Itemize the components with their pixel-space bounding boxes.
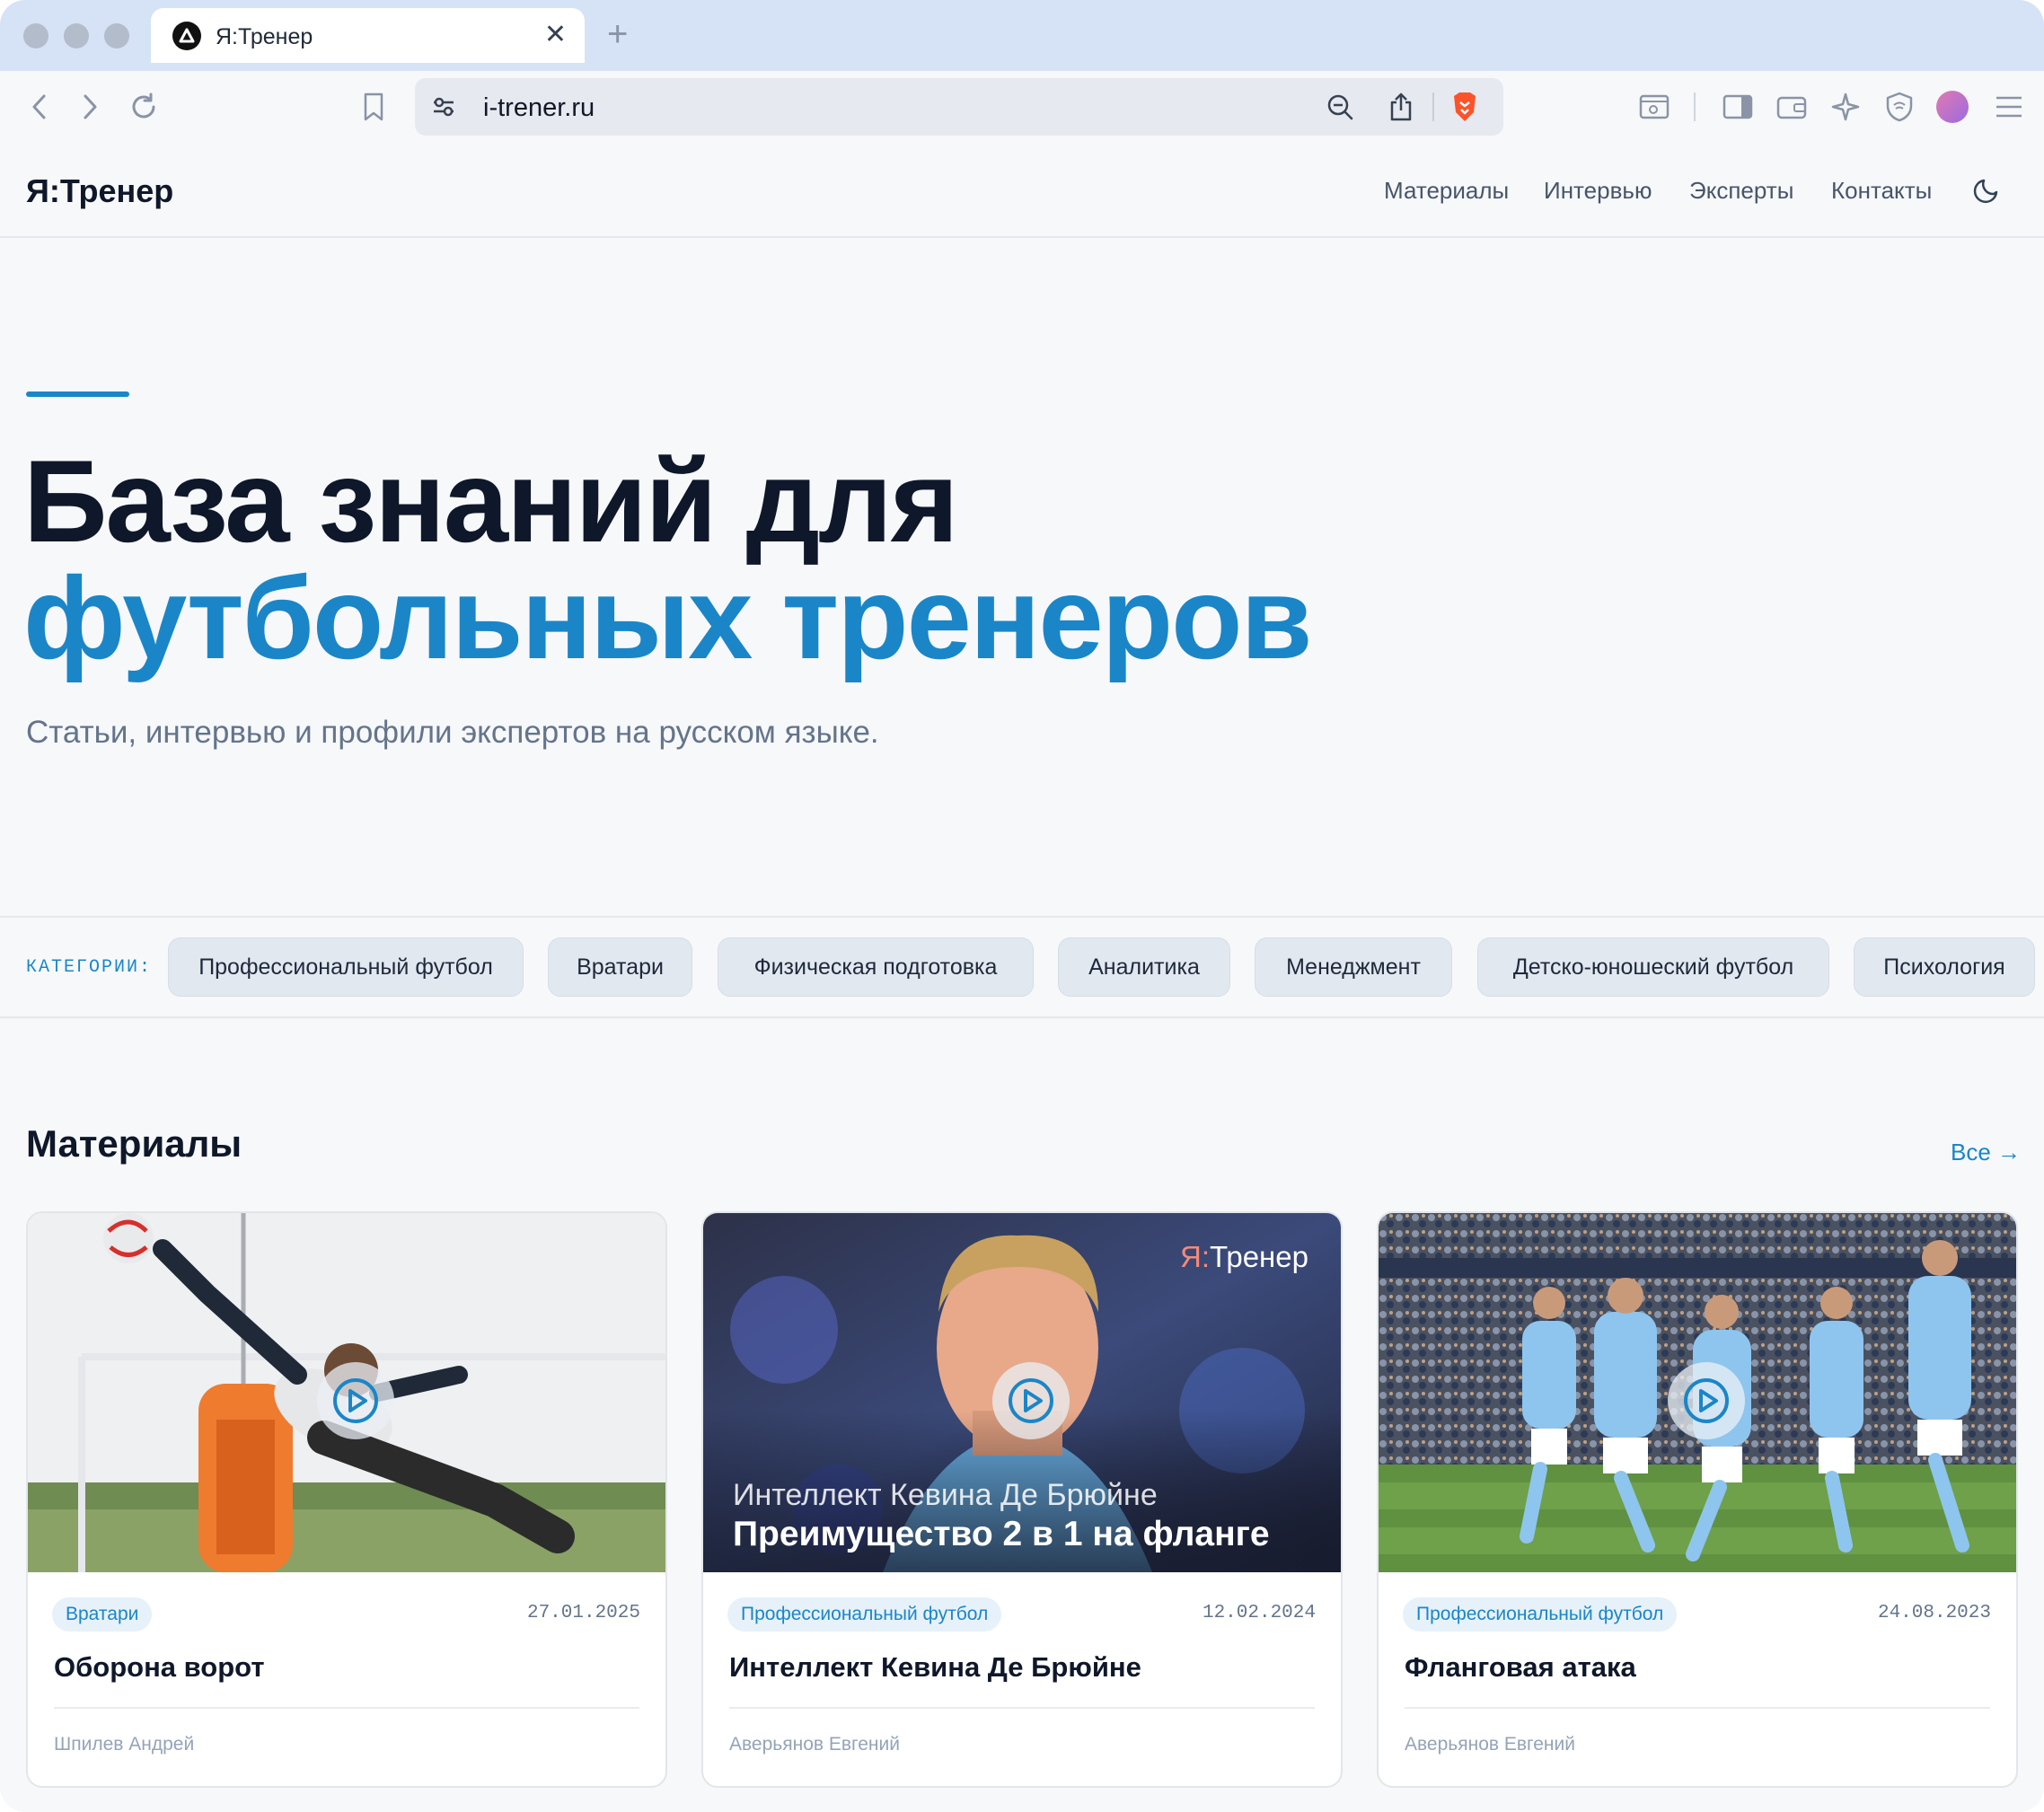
card-title[interactable]: Фланговая атака <box>1405 1651 1636 1684</box>
hero-title-line2: футбольных тренеров <box>23 552 1312 683</box>
browser-toolbar: i-trener.ru <box>0 71 2044 146</box>
nav-contacts[interactable]: Контакты <box>1831 177 1932 205</box>
card-date: 27.01.2025 <box>526 1603 640 1623</box>
card-divider <box>1405 1707 1990 1709</box>
hero-accent-line <box>26 391 129 397</box>
bookmark-icon[interactable] <box>356 89 392 125</box>
nav-experts[interactable]: Эксперты <box>1689 177 1793 205</box>
leo-ai-icon[interactable] <box>1828 89 1863 125</box>
card-date: 24.08.2023 <box>1877 1603 1991 1623</box>
site-settings-icon[interactable] <box>427 91 460 123</box>
address-bar[interactable]: i-trener.ru <box>415 78 1503 136</box>
address-bar-divider <box>1432 92 1434 121</box>
url-text: i-trener.ru <box>483 93 595 122</box>
card-author: Шпилев Андрей <box>54 1734 195 1755</box>
material-card[interactable]: Вратари 27.01.2025 Оборона ворот Шпилев … <box>26 1211 667 1788</box>
card-divider <box>729 1707 1315 1709</box>
card-divider <box>54 1707 639 1709</box>
window-minimize-button[interactable] <box>64 23 89 48</box>
category-chip[interactable]: Детско-юношеский футбол <box>1477 937 1829 997</box>
image-overlay-kicker: Интеллект Кевина Де Брюйне <box>733 1478 1158 1512</box>
screenshot-icon[interactable] <box>1636 89 1672 125</box>
tab-bar: Я:Тренер ✕ + <box>0 0 2044 71</box>
nav-materials[interactable]: Материалы <box>1384 177 1509 205</box>
image-overlay-title: Преимущество 2 в 1 на фланге <box>733 1515 1270 1553</box>
share-icon[interactable] <box>1385 89 1417 125</box>
brave-shield-icon[interactable] <box>1448 89 1482 125</box>
category-chip[interactable]: Аналитика <box>1058 937 1230 997</box>
forward-icon[interactable] <box>72 89 108 125</box>
profile-avatar[interactable] <box>1936 91 1969 123</box>
card-image <box>28 1213 665 1572</box>
menu-icon[interactable] <box>1991 89 2027 125</box>
sidebar-icon[interactable] <box>1720 89 1756 125</box>
hero-title-line1: База знаний для <box>23 435 959 567</box>
site-header: Я:Тренер Материалы Интервью Эксперты Кон… <box>0 145 2044 238</box>
materials-title: Материалы <box>26 1122 242 1165</box>
hero-subtitle: Статьи, интервью и профили экспертов на … <box>26 715 879 750</box>
card-title[interactable]: Интеллект Кевина Де Брюйне <box>729 1651 1141 1684</box>
card-category-tag[interactable]: Вратари <box>52 1597 153 1632</box>
category-chip[interactable]: Физическая подготовка <box>718 937 1034 997</box>
window-zoom-button[interactable] <box>104 23 129 48</box>
see-all-link[interactable]: Все → <box>1951 1139 2021 1166</box>
card-category-tag[interactable]: Профессиональный футбол <box>1403 1597 1678 1632</box>
card-author: Аверьянов Евгений <box>1405 1734 1575 1755</box>
category-chip[interactable]: Менеджмент <box>1255 937 1452 997</box>
zoom-out-icon[interactable] <box>1324 91 1356 123</box>
category-chip[interactable]: Психология <box>1854 937 2035 997</box>
play-button[interactable] <box>992 1362 1070 1439</box>
wallet-icon[interactable] <box>1774 89 1810 125</box>
browser-tab[interactable]: Я:Тренер ✕ <box>151 8 585 63</box>
material-card[interactable]: Я:Тренер Интеллект Кевина Де Брюйне Преи… <box>701 1211 1343 1788</box>
categories-bar: КАТЕГОРИИ: Профессиональный футбол Врата… <box>0 916 2044 1018</box>
watermark-logo: Я:Тренер <box>1180 1240 1308 1273</box>
card-category-tag[interactable]: Профессиональный футбол <box>727 1597 1002 1632</box>
site-logo[interactable]: Я:Тренер <box>26 172 173 210</box>
tab-title: Я:Тренер <box>216 24 313 49</box>
tab-close-icon[interactable]: ✕ <box>544 19 567 51</box>
reload-icon[interactable] <box>126 89 162 125</box>
browser-window: Я:Тренер ✕ + i-trener.ru Я:Тренер Матери… <box>0 0 2044 1812</box>
card-title[interactable]: Оборона ворот <box>54 1651 265 1684</box>
toolbar-divider <box>1694 92 1696 121</box>
new-tab-button[interactable]: + <box>607 14 628 54</box>
moon-icon[interactable] <box>1972 174 2004 207</box>
card-image: Я:Тренер Интеллект Кевина Де Брюйне Преи… <box>703 1213 1341 1572</box>
back-icon[interactable] <box>22 89 57 125</box>
card-author: Аверьянов Евгений <box>729 1734 900 1755</box>
card-date: 12.02.2024 <box>1202 1603 1316 1623</box>
category-chip[interactable]: Профессиональный футбол <box>168 937 524 997</box>
play-button[interactable] <box>317 1362 394 1439</box>
site-favicon-icon <box>172 22 201 50</box>
window-close-button[interactable] <box>23 23 48 48</box>
play-button[interactable] <box>1668 1362 1745 1439</box>
categories-label: КАТЕГОРИИ: <box>26 957 153 978</box>
card-image <box>1379 1213 2016 1572</box>
nav-interviews[interactable]: Интервью <box>1544 177 1652 205</box>
vpn-icon[interactable] <box>1881 89 1917 125</box>
category-chip[interactable]: Вратари <box>548 937 692 997</box>
material-card[interactable]: Профессиональный футбол 24.08.2023 Фланг… <box>1377 1211 2018 1788</box>
